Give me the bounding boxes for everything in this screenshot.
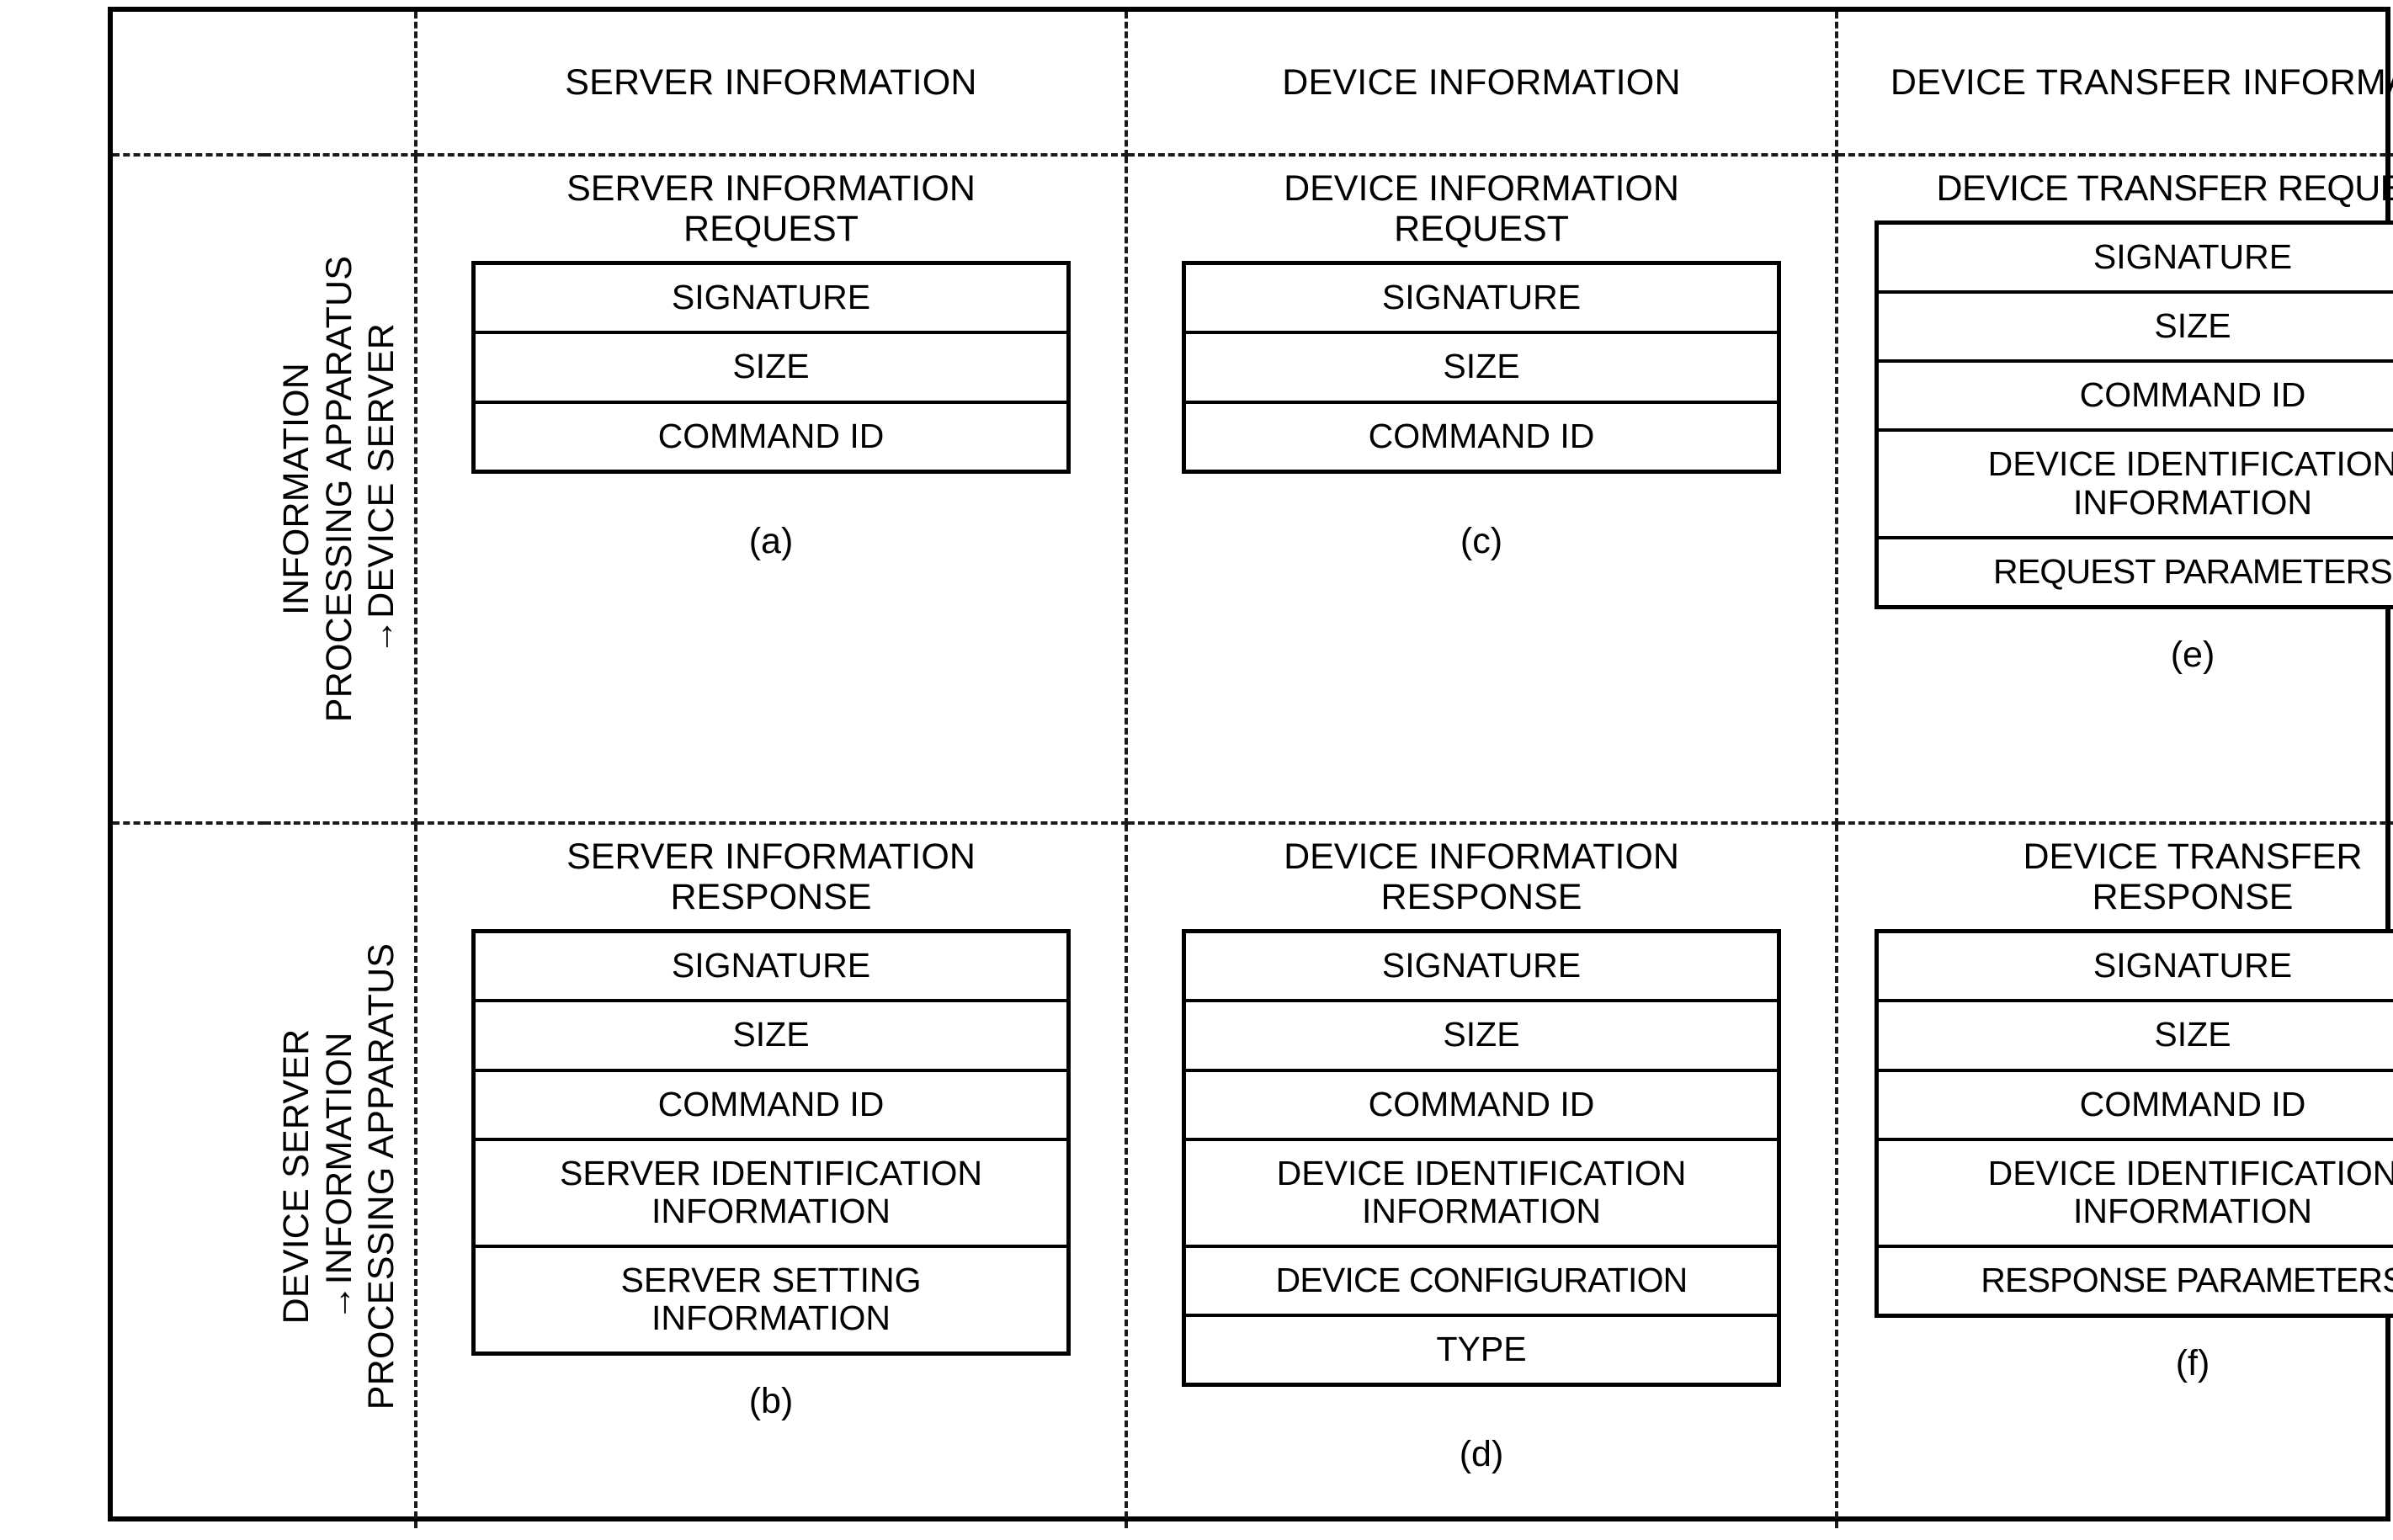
figure-letter: (e) (2170, 634, 2215, 675)
field-row: COMMAND ID (657, 416, 885, 455)
column-header-label: DEVICE TRANSFER INFORMATION (1890, 61, 2393, 103)
field-stack: SIGNATURE SIZE COMMAND ID SERVER IDENTIF… (471, 929, 1071, 1356)
column-header-label: SERVER INFORMATION (565, 61, 977, 103)
field-row: SIGNATURE (1186, 933, 1777, 1003)
field-row: SERVER IDENTIFICATION INFORMATION (476, 1141, 1066, 1248)
row-label-line-1: DEVICE SERVER (275, 1028, 316, 1325)
column-header-device-transfer-information: DEVICE TRANSFER INFORMATION (1837, 12, 2393, 157)
column-header-server-information: SERVER INFORMATION (416, 12, 1128, 157)
message-title: SERVER INFORMATION RESPONSE (566, 836, 976, 918)
row-label-line-2: PROCESSING APPARATUS (318, 255, 359, 723)
row-label-gutter-1 (113, 155, 264, 825)
field-stack: SIGNATURE SIZE COMMAND ID DEVICE IDENTIF… (1182, 929, 1781, 1387)
row-label-line-3: →DEVICE SERVER (361, 323, 402, 655)
figure-letter: (a) (748, 520, 794, 561)
column-header-device-information: DEVICE INFORMATION (1126, 12, 1838, 157)
field-row: DEVICE CONFIGURATION (1186, 1248, 1777, 1317)
field-row: RESPONSE PARAMETERS (1981, 1260, 2393, 1299)
rotated-label-wrap: DEVICE SERVER →INFORMATION PROCESSING AP… (264, 825, 414, 1528)
field-stack: SIGNATURE SIZE COMMAND ID (1182, 261, 1781, 474)
field-row: SERVER SETTING INFORMATION (620, 1260, 922, 1337)
message-title: DEVICE INFORMATION RESPONSE (1284, 836, 1679, 918)
message-title: DEVICE TRANSFER RESPONSE (2023, 836, 2363, 918)
field-row: REQUEST PARAMETERS (1993, 551, 2393, 591)
field-row: SIGNATURE (476, 265, 1066, 335)
field-row: SIGNATURE (1879, 933, 2393, 1003)
field-stack: SIGNATURE SIZE COMMAND ID (471, 261, 1071, 474)
message-format-grid: SERVER INFORMATION DEVICE INFORMATION DE… (113, 12, 2393, 1528)
request-row: INFORMATION PROCESSING APPARATUS →DEVICE… (113, 155, 2393, 825)
cell-device-transfer-request: DEVICE TRANSFER REQUEST SIGNATURE SIZE C… (1837, 155, 2393, 825)
header-row: SERVER INFORMATION DEVICE INFORMATION DE… (113, 12, 2393, 157)
cell-device-information-request: DEVICE INFORMATION REQUEST SIGNATURE SIZ… (1126, 155, 1838, 825)
field-row: SIZE (476, 334, 1066, 404)
field-row: SIZE (476, 1002, 1066, 1072)
figure-letter: (f) (2175, 1342, 2210, 1383)
row-label-line-1: INFORMATION (275, 363, 316, 615)
field-stack: SIGNATURE SIZE COMMAND ID DEVICE IDENTIF… (1875, 220, 2393, 609)
row-label-gutter-2 (113, 823, 264, 1528)
header-corner-left (113, 12, 264, 157)
cell-server-information-response: SERVER INFORMATION RESPONSE SIGNATURE SI… (416, 823, 1128, 1528)
cell-server-information-request: SERVER INFORMATION REQUEST SIGNATURE SIZ… (416, 155, 1128, 825)
field-row: DEVICE IDENTIFICATION INFORMATION (1186, 1141, 1777, 1248)
message-title: DEVICE INFORMATION REQUEST (1284, 168, 1679, 250)
field-row: SIZE (1879, 1002, 2393, 1072)
message-title: SERVER INFORMATION REQUEST (566, 168, 976, 250)
field-row: COMMAND ID (1186, 1072, 1777, 1141)
message-title: DEVICE TRANSFER REQUEST (1936, 168, 2393, 209)
protocol-message-format-figure: SERVER INFORMATION DEVICE INFORMATION DE… (108, 7, 2393, 1528)
field-row: SIZE (1186, 334, 1777, 404)
header-corner-right (264, 12, 417, 157)
field-row: SIGNATURE (1186, 265, 1777, 335)
field-row: TYPE (1436, 1329, 1527, 1368)
field-row: COMMAND ID (476, 1072, 1066, 1141)
message-block-e: DEVICE TRANSFER REQUEST SIGNATURE SIZE C… (1838, 157, 2393, 821)
field-row: SIGNATURE (476, 933, 1066, 1003)
column-header-label: DEVICE INFORMATION (1282, 61, 1681, 103)
row-label-device-server-to-information-processing-apparatus: DEVICE SERVER →INFORMATION PROCESSING AP… (264, 823, 417, 1528)
field-stack: SIGNATURE SIZE COMMAND ID DEVICE IDENTIF… (1875, 929, 2393, 1318)
cell-device-transfer-response: DEVICE TRANSFER RESPONSE SIGNATURE SIZE … (1837, 823, 2393, 1528)
field-row: DEVICE IDENTIFICATION INFORMATION (1879, 1141, 2393, 1248)
field-row: SIZE (1186, 1002, 1777, 1072)
field-row: DEVICE IDENTIFICATION INFORMATION (1879, 432, 2393, 539)
rotated-label: DEVICE SERVER →INFORMATION PROCESSING AP… (275, 943, 403, 1410)
cell-device-information-response: DEVICE INFORMATION RESPONSE SIGNATURE SI… (1126, 823, 1838, 1528)
row-label-line-2: →INFORMATION (318, 1032, 359, 1321)
rotated-label: INFORMATION PROCESSING APPARATUS →DEVICE… (275, 256, 403, 722)
figure-letter: (b) (748, 1380, 794, 1421)
row-label-information-processing-apparatus-to-device-server: INFORMATION PROCESSING APPARATUS →DEVICE… (264, 155, 417, 825)
message-block-a: SERVER INFORMATION REQUEST SIGNATURE SIZ… (417, 157, 1125, 821)
field-row: SIZE (1879, 294, 2393, 364)
figure-letter: (c) (1460, 520, 1503, 561)
figure-letter: (d) (1459, 1433, 1504, 1474)
row-label-line-3: PROCESSING APPARATUS (361, 943, 402, 1410)
message-block-f: DEVICE TRANSFER RESPONSE SIGNATURE SIZE … (1838, 825, 2393, 1528)
field-row: COMMAND ID (1368, 416, 1595, 455)
field-row: COMMAND ID (1879, 1072, 2393, 1141)
message-block-d: DEVICE INFORMATION RESPONSE SIGNATURE SI… (1128, 825, 1835, 1528)
response-row: DEVICE SERVER →INFORMATION PROCESSING AP… (113, 823, 2393, 1528)
message-block-b: SERVER INFORMATION RESPONSE SIGNATURE SI… (417, 825, 1125, 1528)
field-row: SIGNATURE (1879, 225, 2393, 295)
field-row: COMMAND ID (1879, 363, 2393, 433)
rotated-label-wrap: INFORMATION PROCESSING APPARATUS →DEVICE… (264, 157, 414, 821)
message-block-c: DEVICE INFORMATION REQUEST SIGNATURE SIZ… (1128, 157, 1835, 821)
